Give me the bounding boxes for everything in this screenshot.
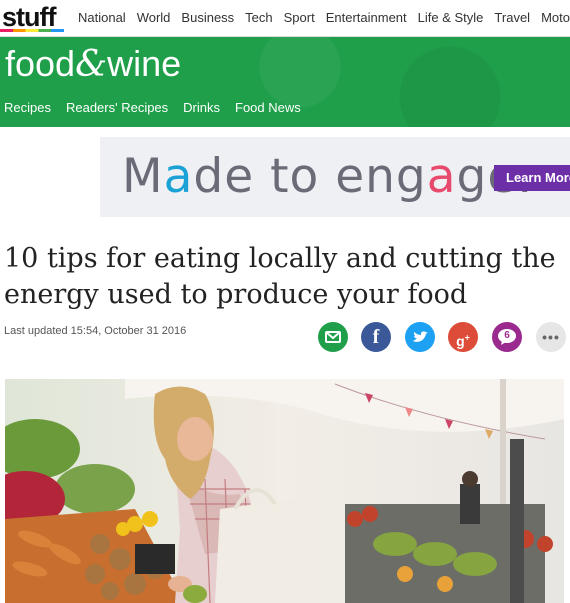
ad-text-1: M [122,149,164,204]
ad-learn-more-button[interactable]: Learn More [494,165,570,191]
nav-motoring[interactable]: Moto [541,10,570,25]
nav-life-style[interactable]: Life & Style [418,10,484,25]
site-header: stuff National World Business Tech Sport Ente… [0,0,570,37]
nav-national[interactable]: National [78,10,126,25]
email-icon [325,331,341,343]
market-photo [5,379,564,603]
nav-sport[interactable]: Sport [284,10,315,25]
facebook-icon: f [372,326,380,348]
nav-travel[interactable]: Travel [494,10,530,25]
nav-world[interactable]: World [137,10,171,25]
facebook-share-button[interactable]: f [361,322,391,352]
advertisement[interactable]: Made to engage. Learn More [100,137,570,217]
google-plus-share-button[interactable]: g+ [448,322,478,352]
comment-count: 6 [504,330,510,341]
more-share-button[interactable]: ••• [536,322,566,352]
section-nav: Recipes Readers' Recipes Drinks Food News [4,100,316,115]
last-updated: Last updated 15:54, October 31 2016 [4,325,187,337]
logo-text: stuff [2,2,56,32]
ad-headline: Made to engage. [122,149,533,205]
nav-entertainment[interactable]: Entertainment [326,10,407,25]
section-title-food: food [5,43,76,84]
ad-text-a2: a [426,149,457,204]
section-title-wine: wine [107,43,182,84]
section-nav-readers-recipes[interactable]: Readers' Recipes [66,100,168,115]
stuff-logo[interactable]: stuff [0,2,64,32]
article-hero-image [5,379,564,603]
comments-button[interactable]: 6 [492,322,522,352]
section-nav-recipes[interactable]: Recipes [4,100,51,115]
google-plus-icon: g+ [456,332,470,349]
section-banner: food&wine Recipes Readers' Recipes Drinks F… [0,37,570,127]
section-nav-food-news[interactable]: Food News [235,100,301,115]
nav-business[interactable]: Business [181,10,234,25]
more-icon: ••• [542,329,560,345]
nav-tech[interactable]: Tech [245,10,272,25]
twitter-share-button[interactable] [405,322,435,352]
ad-text-2: de to eng [193,149,427,204]
twitter-icon [413,331,428,342]
logo-color-bar [0,29,64,32]
article-headline: 10 tips for eating locally and cutting t… [4,243,556,310]
section-title-amp: & [75,44,108,85]
section-nav-drinks[interactable]: Drinks [183,100,220,115]
top-nav: National World Business Tech Sport Entertainm… [78,10,570,25]
section-title[interactable]: food&wine [5,43,181,86]
ad-text-a1: a [163,149,194,204]
email-share-button[interactable] [318,322,348,352]
